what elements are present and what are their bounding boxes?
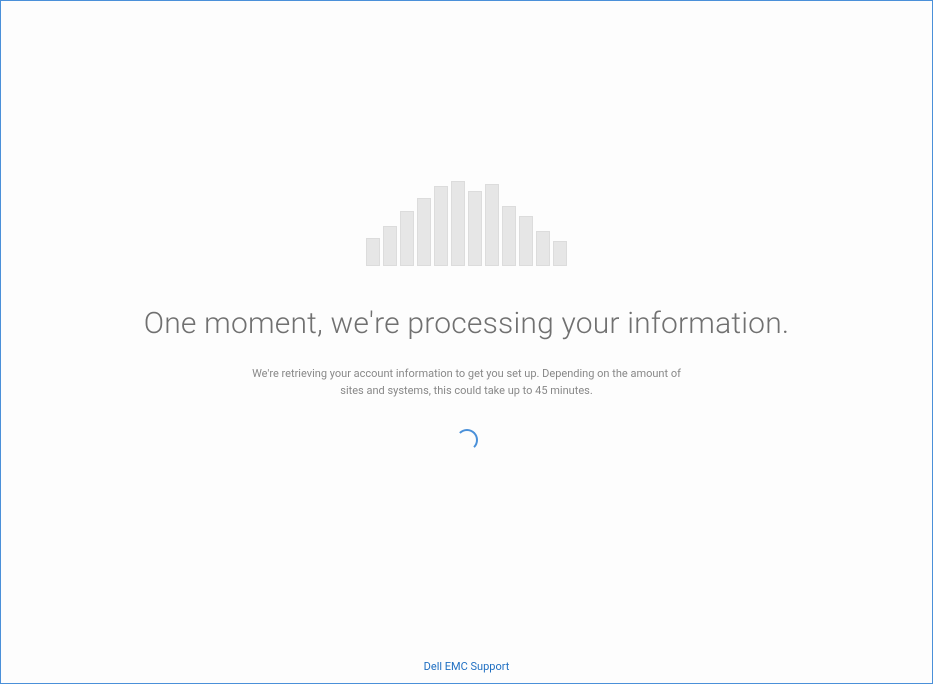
support-link[interactable]: Dell EMC Support [1,660,932,673]
bar-segment [485,184,499,266]
spinner-container [456,429,478,451]
bar-segment [366,238,380,266]
bar-segment [519,216,533,266]
loading-spinner-icon [456,429,478,451]
bar-segment [502,206,516,266]
cloud-bars-icon [366,181,567,266]
processing-heading: One moment, we're processing your inform… [144,306,790,341]
bar-segment [417,198,431,266]
bar-segment [400,211,414,266]
bar-segment [451,181,465,266]
processing-window: One moment, we're processing your inform… [0,0,933,684]
bar-segment [536,231,550,266]
bar-segment [468,191,482,266]
content-area: One moment, we're processing your inform… [1,1,932,451]
bar-segment [434,186,448,266]
bar-segment [383,226,397,266]
bar-segment [553,241,567,266]
processing-subtext: We're retrieving your account informatio… [247,366,687,399]
